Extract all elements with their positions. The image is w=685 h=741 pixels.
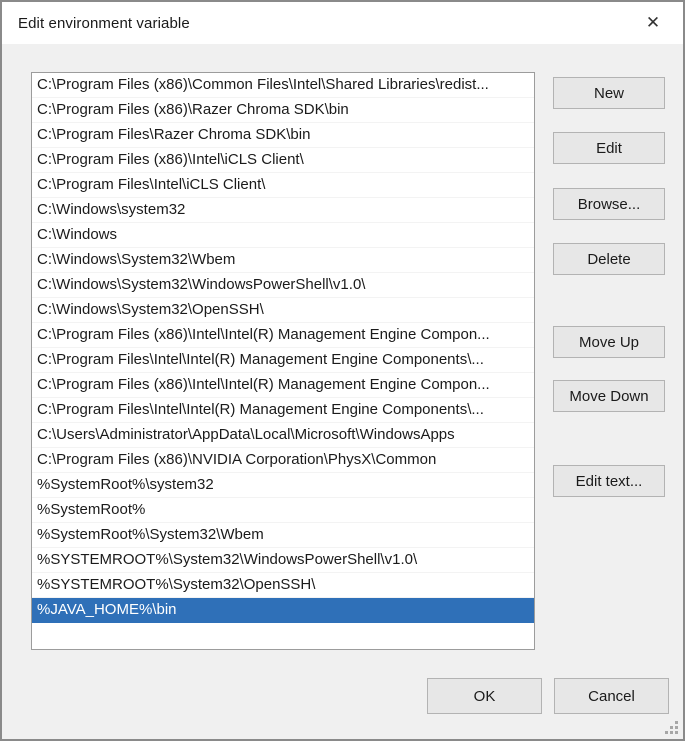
list-item[interactable]: C:\Program Files\Intel\Intel(R) Manageme… (32, 348, 534, 373)
list-item[interactable]: C:\Windows\System32\WindowsPowerShell\v1… (32, 273, 534, 298)
list-item[interactable]: C:\Program Files (x86)\NVIDIA Corporatio… (32, 448, 534, 473)
list-item[interactable]: C:\Program Files\Intel\iCLS Client\ (32, 173, 534, 198)
list-item[interactable]: %SystemRoot% (32, 498, 534, 523)
list-item[interactable]: C:\Program Files (x86)\Intel\Intel(R) Ma… (32, 323, 534, 348)
list-item[interactable]: %SYSTEMROOT%\System32\OpenSSH\ (32, 573, 534, 598)
ok-button[interactable]: OK (427, 678, 542, 714)
list-item[interactable]: %SystemRoot%\system32 (32, 473, 534, 498)
browse-button[interactable]: Browse... (553, 188, 665, 220)
list-item[interactable]: C:\Windows\System32\OpenSSH\ (32, 298, 534, 323)
list-item[interactable]: C:\Program Files (x86)\Razer Chroma SDK\… (32, 98, 534, 123)
edit-text-button[interactable]: Edit text... (553, 465, 665, 497)
list-item[interactable]: C:\Program Files\Razer Chroma SDK\bin (32, 123, 534, 148)
edit-environment-variable-dialog: Edit environment variable ✕ C:\Program F… (0, 0, 685, 741)
list-item[interactable]: C:\Windows\system32 (32, 198, 534, 223)
delete-button[interactable]: Delete (553, 243, 665, 275)
title-bar: Edit environment variable ✕ (2, 2, 683, 44)
list-item[interactable]: %JAVA_HOME%\bin (32, 598, 534, 623)
new-button[interactable]: New (553, 77, 665, 109)
resize-grip-icon[interactable] (663, 719, 678, 734)
list-item[interactable]: %SystemRoot%\System32\Wbem (32, 523, 534, 548)
list-item[interactable]: C:\Program Files\Intel\Intel(R) Manageme… (32, 398, 534, 423)
move-down-button[interactable]: Move Down (553, 380, 665, 412)
list-item[interactable]: C:\Program Files (x86)\Intel\iCLS Client… (32, 148, 534, 173)
close-icon[interactable]: ✕ (631, 2, 675, 44)
list-item[interactable]: C:\Windows\System32\Wbem (32, 248, 534, 273)
cancel-button[interactable]: Cancel (554, 678, 669, 714)
dialog-title: Edit environment variable (18, 14, 190, 32)
list-item[interactable]: C:\Program Files (x86)\Intel\Intel(R) Ma… (32, 373, 534, 398)
list-item[interactable]: %SYSTEMROOT%\System32\WindowsPowerShell\… (32, 548, 534, 573)
path-list[interactable]: C:\Program Files (x86)\Common Files\Inte… (31, 72, 535, 650)
move-up-button[interactable]: Move Up (553, 326, 665, 358)
list-item[interactable]: C:\Windows (32, 223, 534, 248)
edit-button[interactable]: Edit (553, 132, 665, 164)
list-item[interactable]: C:\Users\Administrator\AppData\Local\Mic… (32, 423, 534, 448)
list-item[interactable]: C:\Program Files (x86)\Common Files\Inte… (32, 73, 534, 98)
